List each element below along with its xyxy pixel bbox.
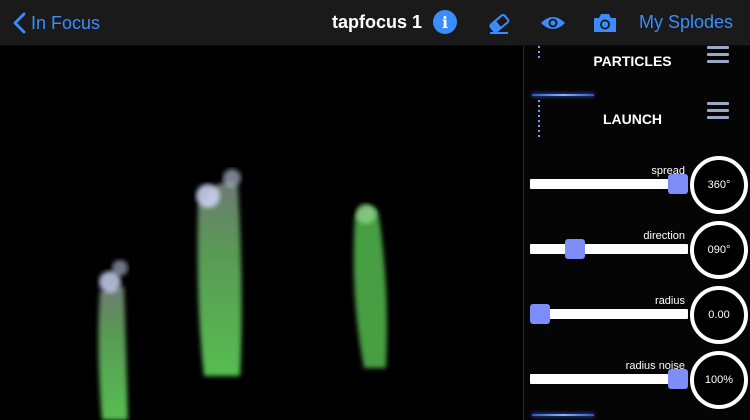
chevron-left-icon [13, 12, 26, 34]
section-particles[interactable]: PARTICLES [524, 46, 750, 86]
slider-row-radius-noise: radius noise 100% [524, 351, 750, 411]
slider-label: radius [655, 295, 685, 307]
eraser-button[interactable] [486, 10, 512, 36]
menu-icon[interactable] [707, 46, 729, 64]
radius-value-dial[interactable]: 0.00 [690, 286, 748, 344]
slider-label: direction [643, 230, 685, 242]
particle-trail-middle [196, 169, 242, 376]
eraser-icon [489, 13, 510, 34]
back-button-label: In Focus [31, 12, 101, 33]
camera-icon [594, 14, 616, 32]
top-navigation-bar: In Focus tapfocus 1 i My Splodes [0, 0, 750, 46]
radius-noise-value-dial[interactable]: 100% [690, 351, 748, 409]
menu-icon[interactable] [707, 102, 729, 120]
particle-trail-left [98, 260, 128, 420]
direction-slider[interactable] [530, 239, 688, 259]
slider-thumb[interactable] [668, 174, 688, 194]
eye-icon [541, 17, 565, 29]
page-title: tapfocus 1 [332, 12, 423, 32]
spread-value-dial[interactable]: 360° [690, 156, 748, 214]
slider-row-radius: radius 0.00 [524, 286, 750, 346]
slider-thumb[interactable] [668, 369, 688, 389]
preview-eye-button[interactable] [540, 10, 566, 36]
splode-canvas[interactable] [0, 46, 523, 420]
slider-row-spread: spread 360° [524, 156, 750, 216]
radius-slider[interactable] [530, 304, 688, 324]
slider-row-direction: direction 090° [524, 221, 750, 281]
back-button[interactable]: In Focus [12, 10, 100, 36]
info-icon: i [441, 12, 449, 32]
section-divider [532, 414, 594, 416]
camera-button[interactable] [592, 10, 618, 36]
section-launch[interactable]: LAUNCH [524, 98, 750, 138]
settings-panel: PARTICLES LAUNCH spread 360° direction 0… [523, 46, 750, 420]
slider-thumb[interactable] [565, 239, 585, 259]
info-button[interactable]: i [433, 10, 457, 34]
particle-trail-right [353, 204, 387, 368]
spread-slider[interactable] [530, 174, 688, 194]
radius-noise-slider[interactable] [530, 369, 688, 389]
slider-thumb[interactable] [530, 304, 550, 324]
my-splodes-button[interactable]: My Splodes [639, 12, 733, 33]
direction-value-dial[interactable]: 090° [690, 221, 748, 279]
particle-trails [98, 169, 387, 420]
section-divider [532, 94, 594, 96]
